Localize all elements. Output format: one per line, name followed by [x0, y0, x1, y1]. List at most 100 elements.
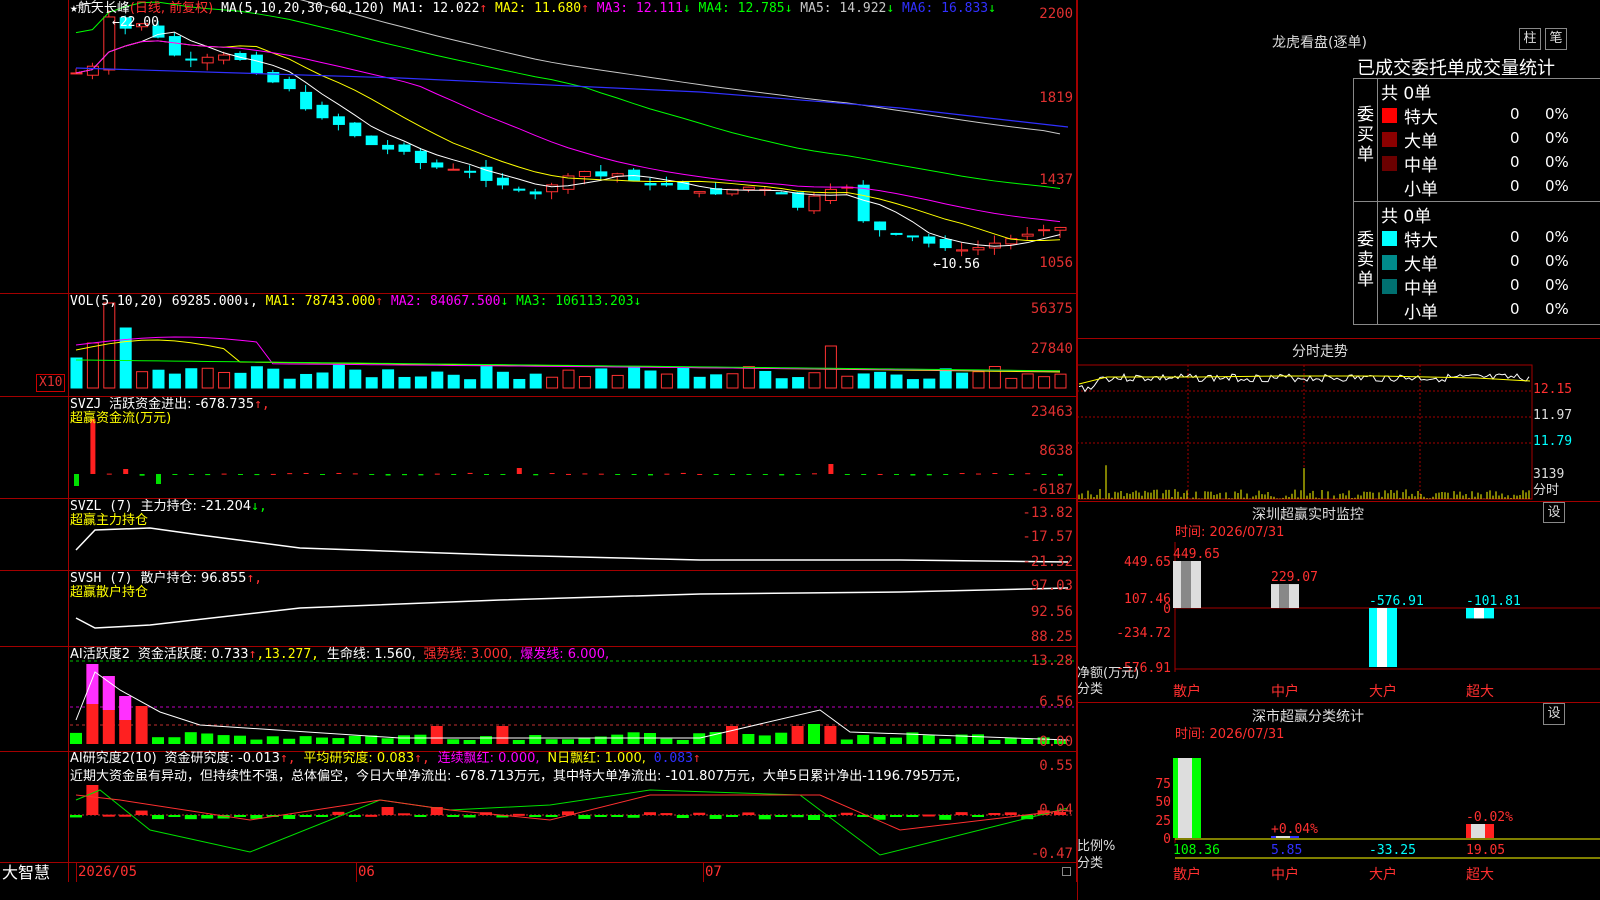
lhb-buy-count-1: 0 — [1510, 129, 1520, 147]
ai-research-avg: 平均研究度: 0.083 — [303, 751, 415, 766]
ai-research-bar-28 — [529, 815, 542, 817]
svsh-line — [75, 587, 1069, 629]
ai-active-axis-0: 13.28 — [1030, 653, 1073, 669]
lhb-sell-count-3: 0 — [1510, 300, 1520, 318]
svzj-bar-46 — [828, 464, 834, 474]
ai-active-bar-19 — [381, 738, 394, 744]
intraday-axis-2: 11.79 — [1533, 434, 1573, 449]
svzj-bar-5 — [156, 474, 161, 484]
brand-logo[interactable]: 大智慧 — [2, 863, 50, 882]
vol-bar-43 — [775, 378, 788, 389]
mon-bar-label-2: -576.91 — [1369, 594, 1424, 609]
cls-cat-3: 超大 — [1466, 867, 1494, 883]
candle-body-35 — [644, 183, 657, 186]
ai-active-line — [75, 671, 1069, 741]
ai-active-bar-44 — [791, 726, 804, 744]
chart-area[interactable]: ★航天长峰(日线, 前复权) MA(5,10,20,30,60,120) MA1… — [0, 0, 1077, 882]
ai-active-life: 生命线: 1.560, — [326, 647, 416, 662]
svzj-axis-0: 23463 — [1030, 404, 1073, 420]
ai-research-bar-4 — [135, 810, 148, 815]
svzj-bar-51 — [910, 474, 916, 476]
vol-bar-36 — [660, 373, 673, 389]
ai-research-bar-18 — [365, 814, 378, 817]
svzj-bar-15 — [320, 474, 325, 475]
ai-active-bar-5 — [152, 737, 164, 744]
ai-research-bar-15 — [316, 815, 328, 817]
candle-body-58 — [1021, 233, 1034, 237]
ai-active-bar-27 — [512, 739, 525, 744]
ai-active-bar-30 — [562, 739, 574, 744]
period-mode[interactable]: (日线, 前复权) — [130, 1, 213, 16]
ai-research-bar-29 — [545, 815, 558, 817]
ai-active-axis-2: 0.00 — [1039, 734, 1073, 750]
cls-axis-label-3: 0 — [1163, 832, 1171, 847]
candle-body-60 — [1054, 226, 1067, 231]
ai-research-bar-6 — [168, 815, 181, 817]
intraday-panel[interactable]: 分时走势 12.15 11.97 11.79 3139 分时 — [1077, 339, 1600, 501]
svzj-bar-8 — [205, 474, 211, 476]
ai-active-bar-15 — [316, 737, 328, 744]
svzj-bar-4 — [139, 474, 145, 476]
vol-bar-26 — [496, 371, 509, 389]
cls-bar-label-0: 108.36 — [1173, 843, 1220, 858]
sz-class-xlabel: 分类 — [1077, 856, 1104, 871]
candle-body-44 — [792, 192, 805, 208]
svzj-header: SVZJ 活跃资金进出: -678.735↑, — [70, 397, 270, 412]
candle-body-31 — [578, 170, 591, 177]
svzj-bar-47 — [844, 474, 850, 475]
lhb-sell-name-1: 大单 — [1404, 255, 1438, 275]
vol-bar-12 — [267, 368, 280, 389]
vol-bar-2 — [103, 302, 116, 389]
sz-monitor-panel: 深圳超赢实时监控 设 时间: 2026/07/31 449.65 107.46 0-… — [1077, 502, 1600, 702]
ai-research-bar-33 — [611, 815, 624, 817]
svzj-bar-21 — [418, 474, 424, 476]
vol-bar-5 — [152, 369, 165, 389]
vol-bar-11 — [250, 366, 263, 389]
sz-monitor-xlabel: 分类 — [1077, 682, 1104, 697]
ai-active-top-1 — [86, 664, 99, 704]
candle-body-36 — [660, 182, 673, 186]
svzj-bar-55 — [976, 473, 981, 475]
ai-active-burst: 爆发线: 6.000, — [520, 647, 610, 662]
ai-research-bar-54 — [955, 812, 968, 815]
lhb-sell-count-0: 0 — [1510, 228, 1520, 246]
ai-active-bar-53 — [939, 738, 952, 744]
svzj-bar-20 — [402, 474, 407, 476]
kline-ma2-value: MA2: 11.680 — [487, 1, 582, 16]
lhb-tick-button[interactable]: 笔 — [1545, 28, 1567, 50]
candle-body-21 — [414, 150, 427, 164]
vol-bar-24 — [464, 379, 477, 389]
vol-bar-10 — [234, 372, 247, 389]
lock-icon[interactable] — [1062, 867, 1071, 876]
svzj-bar-38 — [697, 473, 703, 475]
vol-bar-48 — [857, 373, 870, 389]
ai-research-label: AI研究度2(10) — [70, 751, 157, 766]
svzj-bar-37 — [680, 472, 686, 474]
svzj-bar-54 — [959, 473, 965, 475]
candle-body-27 — [513, 188, 526, 191]
vol-axis-1: 27840 — [1030, 341, 1073, 357]
ai-active-bar-55 — [972, 734, 984, 744]
svzj-bar-19 — [385, 474, 391, 476]
vol-bar-30 — [562, 369, 575, 389]
lhb-sell-pct-3: 0% — [1545, 300, 1569, 318]
cls-cat-1: 中户 — [1271, 866, 1299, 883]
ai-active-bar-47 — [840, 739, 853, 744]
mon-axis-label-3: -234.72 — [1116, 626, 1171, 641]
lhb-buy-pct-1: 0% — [1545, 129, 1569, 147]
lhb-bar-button[interactable]: 柱 — [1519, 28, 1541, 50]
ai-active-bar-31 — [578, 737, 591, 744]
ai-active-bar-43 — [775, 732, 788, 744]
svzj-bar-0 — [74, 474, 79, 486]
mon-bar-label-0: 449.65 — [1173, 547, 1220, 562]
favorite-star-icon[interactable]: ★ — [70, 1, 78, 16]
ai-research-bar-45 — [808, 815, 820, 820]
candle-body-19 — [382, 144, 395, 150]
mon-cat-3: 超大 — [1466, 684, 1494, 700]
vol-ma2-value: MA2: 84067.500 — [383, 294, 501, 309]
ai-research-bar-55 — [972, 815, 984, 817]
lhb-sell-name-0: 特大 — [1404, 231, 1438, 251]
svzj-bar-6 — [172, 474, 178, 475]
vol-ma3-line — [75, 359, 1061, 372]
date-label-2: 07 — [705, 864, 722, 880]
